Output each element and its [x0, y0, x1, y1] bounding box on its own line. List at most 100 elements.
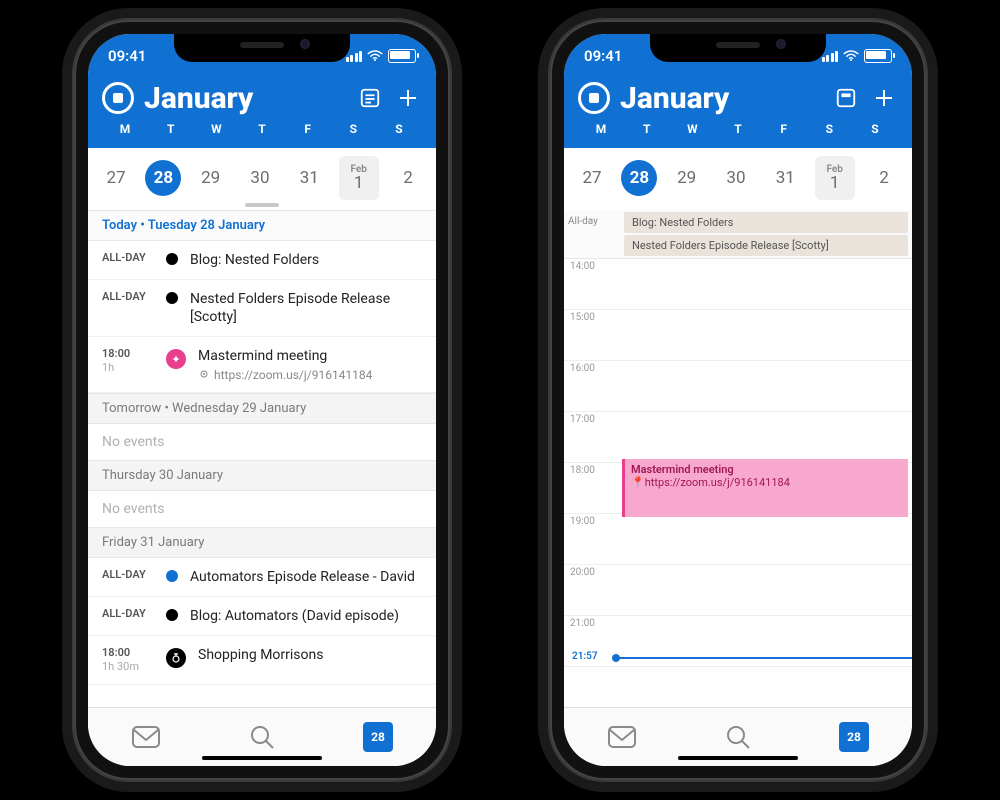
wifi-icon: [843, 50, 859, 62]
event-title: Shopping Morrisons: [198, 646, 422, 664]
hour-label: 19:00: [564, 514, 628, 564]
dow-label: M: [584, 122, 618, 136]
day-cell[interactable]: 28: [145, 160, 181, 196]
agenda-event-row[interactable]: ALL-DAY Automators Episode Release - Davi…: [88, 558, 436, 597]
wifi-icon: [367, 50, 383, 62]
phone-daygrid: 09:41 January: [550, 20, 926, 780]
week-strip[interactable]: 2728 293031Feb12: [88, 148, 436, 210]
hour-row[interactable]: 15:00: [564, 310, 912, 361]
agenda-section-header: Today • Tuesday 28 January: [88, 210, 436, 241]
battery-icon: [864, 49, 892, 63]
day-cell[interactable]: 28: [621, 160, 657, 196]
tab-mail[interactable]: [128, 719, 164, 755]
status-time: 09:41: [584, 47, 622, 65]
allday-event[interactable]: Blog: Nested Folders: [624, 212, 908, 233]
event-dot-icon: [166, 253, 178, 265]
agenda-event-row[interactable]: 18:001h✦Mastermind meetinghttps://zoom.u…: [88, 337, 436, 393]
no-events-label: No events: [88, 491, 436, 527]
tab-calendar[interactable]: 28: [836, 719, 872, 755]
agenda-view-icon[interactable]: [356, 84, 384, 112]
hour-row[interactable]: 14:00: [564, 259, 912, 310]
dow-label: T: [721, 122, 755, 136]
calendar-header: January MTWTFSS: [88, 78, 436, 148]
dow-label: S: [382, 122, 416, 136]
hour-label: 18:00: [564, 463, 628, 513]
month-title[interactable]: January: [144, 81, 346, 116]
timed-event-block[interactable]: Mastermind meeting📍https://zoom.us/j/916…: [622, 459, 908, 517]
calendar-tab-icon: 28: [839, 722, 869, 752]
event-time: ALL-DAY: [102, 607, 154, 621]
day-of-week-row: MTWTFSS: [578, 118, 898, 142]
event-title: Automators Episode Release - David: [190, 568, 422, 586]
agenda-event-row[interactable]: ALL-DAYBlog: Nested Folders: [88, 241, 436, 280]
day-cell[interactable]: 31: [765, 156, 805, 200]
agenda-event-row[interactable]: ALL-DAYNested Folders Episode Release [S…: [88, 280, 436, 337]
tab-mail[interactable]: [604, 719, 640, 755]
add-event-icon[interactable]: [394, 84, 422, 112]
dow-label: T: [630, 122, 664, 136]
dow-label: M: [108, 122, 142, 136]
hour-row[interactable]: 17:00: [564, 412, 912, 463]
event-title: Mastermind meeting: [198, 347, 422, 365]
event-dot-icon: [166, 570, 178, 582]
day-view-icon[interactable]: [832, 84, 860, 112]
day-cell[interactable]: 2: [864, 156, 904, 200]
home-indicator[interactable]: [202, 756, 322, 760]
add-event-icon[interactable]: [870, 84, 898, 112]
event-time: ALL-DAY: [102, 568, 154, 582]
hour-row[interactable]: 19:00: [564, 514, 912, 565]
event-time: ALL-DAY: [102, 290, 154, 304]
day-cell[interactable]: 2: [388, 156, 428, 200]
day-cell[interactable]: 30: [240, 156, 280, 200]
dow-label: W: [675, 122, 709, 136]
battery-icon: [388, 49, 416, 63]
day-cell[interactable]: 29: [191, 156, 231, 200]
calendar-tab-icon: 28: [363, 722, 393, 752]
agenda-event-row[interactable]: 18:001h 30mShopping Morrisons: [88, 636, 436, 685]
dow-label: F: [767, 122, 801, 136]
tab-search[interactable]: [720, 719, 756, 755]
event-dot-icon: [166, 292, 178, 304]
hour-label: 16:00: [564, 361, 628, 411]
tab-search[interactable]: [244, 719, 280, 755]
hour-label: 17:00: [564, 412, 628, 462]
hour-label: 14:00: [564, 259, 628, 309]
dow-label: T: [154, 122, 188, 136]
month-title[interactable]: January: [620, 81, 822, 116]
week-strip[interactable]: 2728 293031Feb12: [564, 148, 912, 210]
event-dot-icon: [166, 609, 178, 621]
hour-row[interactable]: 16:00: [564, 361, 912, 412]
day-cell[interactable]: 27: [572, 156, 612, 200]
day-cell[interactable]: 30: [716, 156, 756, 200]
tab-calendar[interactable]: 28: [360, 719, 396, 755]
status-indicators: [346, 49, 417, 63]
agenda-section-header: Friday 31 January: [88, 527, 436, 558]
allday-event[interactable]: Nested Folders Episode Release [Scotty]: [624, 235, 908, 256]
agenda-section-header: Tomorrow • Wednesday 29 January: [88, 393, 436, 424]
current-time-indicator: 21:57: [616, 657, 912, 659]
day-cell[interactable]: Feb1: [339, 156, 379, 200]
hour-label: 20:00: [564, 565, 628, 615]
hour-grid[interactable]: 14:0015:0016:0017:0018:0019:0020:0021:00…: [564, 259, 912, 708]
dow-label: F: [291, 122, 325, 136]
dow-label: S: [812, 122, 846, 136]
agenda-section-header: Thursday 30 January: [88, 460, 436, 491]
day-cell[interactable]: 29: [667, 156, 707, 200]
hour-label: 15:00: [564, 310, 628, 360]
app-logo-icon[interactable]: [578, 82, 610, 114]
dow-label: T: [245, 122, 279, 136]
event-location: https://zoom.us/j/916141184: [198, 368, 422, 382]
hour-row[interactable]: 20:00: [564, 565, 912, 616]
home-indicator[interactable]: [678, 756, 798, 760]
app-logo-icon[interactable]: [102, 82, 134, 114]
phone-agenda: 09:41 January: [74, 20, 450, 780]
drag-handle-icon[interactable]: [245, 203, 279, 207]
agenda-list[interactable]: Today • Tuesday 28 JanuaryALL-DAYBlog: N…: [88, 210, 436, 708]
day-cell[interactable]: 31: [289, 156, 329, 200]
allday-row: All-day Blog: Nested FoldersNested Folde…: [564, 210, 912, 259]
day-cell[interactable]: 27: [96, 156, 136, 200]
status-time: 09:41: [108, 47, 146, 65]
agenda-event-row[interactable]: ALL-DAYBlog: Automators (David episode): [88, 597, 436, 636]
day-cell[interactable]: Feb1: [815, 156, 855, 200]
event-time: 18:001h: [102, 347, 154, 375]
